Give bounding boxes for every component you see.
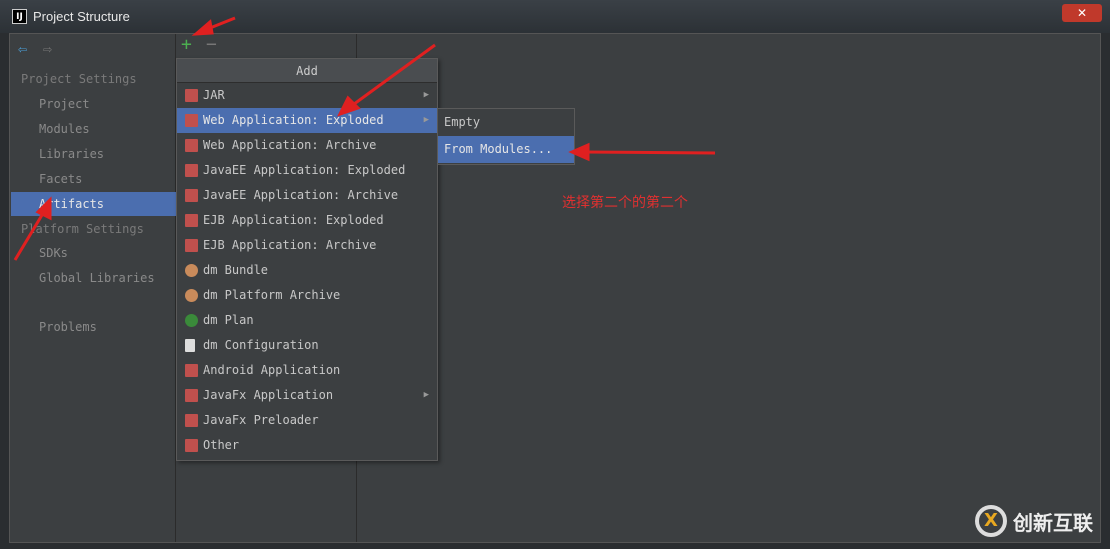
arrow-to-web-exploded [349, 43, 436, 109]
arrow-to-artifacts [13, 209, 47, 261]
arrow-to-from-modules [584, 150, 716, 155]
annotation-arrows [13, 16, 716, 261]
